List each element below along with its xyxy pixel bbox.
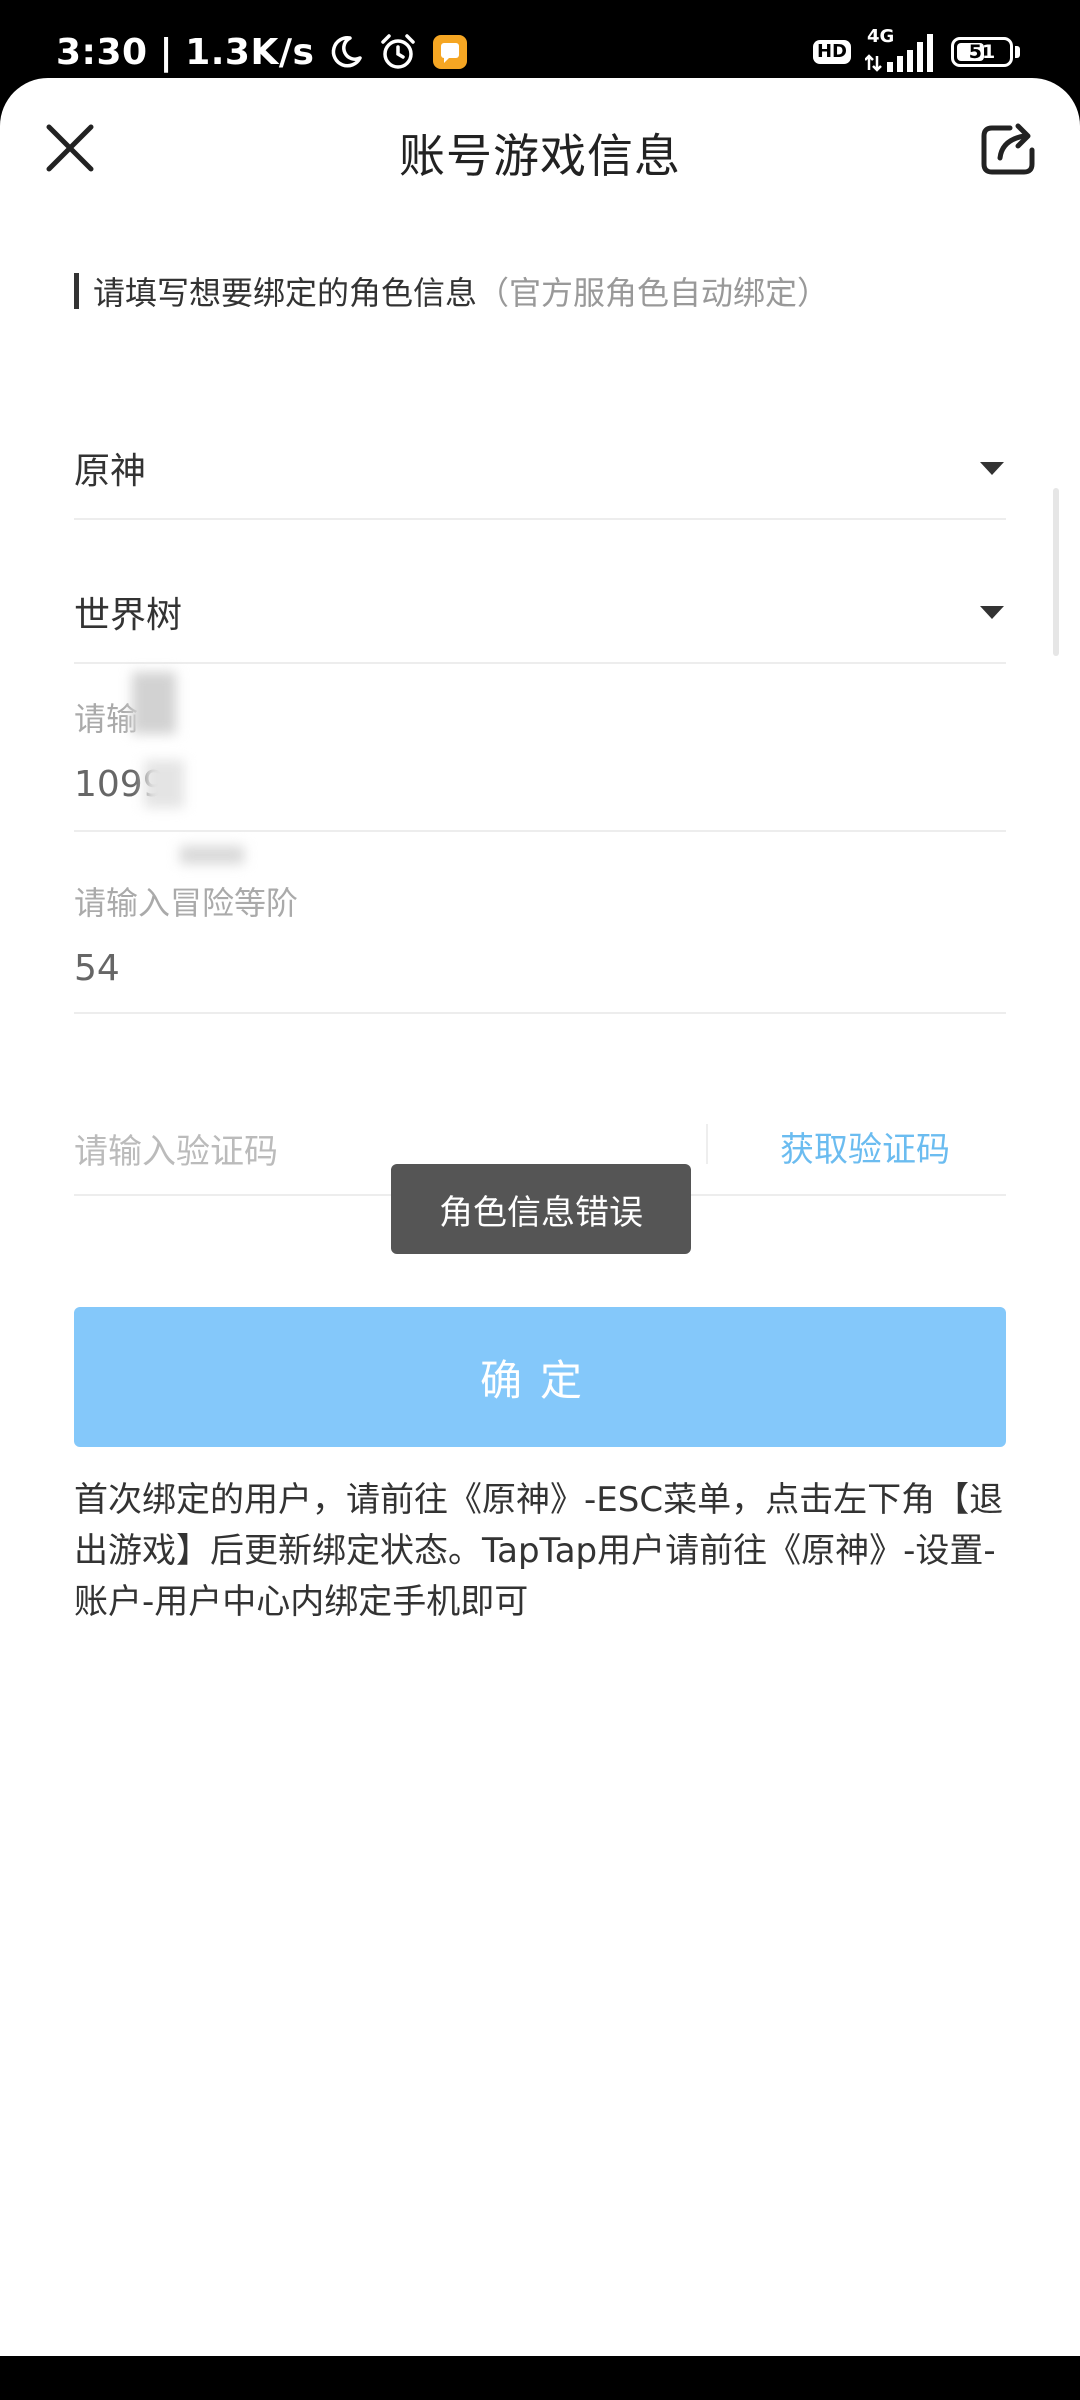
section-heading-text: 请填写想要绑定的角色信息 <box>93 274 478 312</box>
screen: 3:30 | 1.3K/s HD 4G 51 账号游戏信息 请填写想要绑定的角色… <box>0 0 1080 2400</box>
server-select-value: 世界树 <box>74 595 183 636</box>
game-select-value: 原神 <box>74 451 147 492</box>
redaction-blur <box>144 760 184 808</box>
share-icon <box>981 123 1035 175</box>
net-speed: 1.3K/s <box>185 31 315 73</box>
moon-icon <box>328 34 364 70</box>
battery-level: 51 <box>968 41 996 63</box>
section-heading-note: （官方服角色自动绑定） <box>477 274 830 312</box>
page-title: 账号游戏信息 <box>399 129 681 183</box>
status-left: 3:30 | 1.3K/s <box>56 22 468 82</box>
battery-cap <box>1015 46 1020 58</box>
adventure-rank-value: 54 <box>74 948 120 989</box>
confirm-button[interactable]: 确定 <box>74 1307 1006 1447</box>
divider <box>706 1124 708 1164</box>
caret-down-icon <box>980 605 1004 619</box>
header: 账号游戏信息 <box>0 78 1080 218</box>
caret-down-icon <box>980 461 1004 475</box>
verification-code-input[interactable]: 请输入验证码 <box>74 1124 278 1173</box>
alarm-icon <box>378 32 418 72</box>
redaction-blur <box>132 672 176 734</box>
share-button[interactable] <box>978 116 1042 180</box>
section-heading: 请填写想要绑定的角色信息 （官方服角色自动绑定） <box>74 268 829 314</box>
status-separator: | <box>159 31 174 73</box>
signal-icon: 4G <box>865 26 937 74</box>
home-indicator[interactable] <box>340 2293 740 2305</box>
heading-accent-bar <box>74 273 79 309</box>
battery-icon: 51 <box>951 37 1020 67</box>
status-time: 3:30 <box>56 31 148 73</box>
status-right: HD 4G 51 <box>812 22 1020 82</box>
binding-notice: 首次绑定的用户，请前往《原神》-ESC菜单，点击左下角【退出游戏】后更新绑定状态… <box>74 1480 1004 1622</box>
adventure-rank-label: 请输入冒险等阶 <box>74 884 299 922</box>
battery-body: 51 <box>951 37 1013 67</box>
notification-app-icon <box>432 34 468 70</box>
uid-input-label: 请输 <box>74 700 139 738</box>
error-toast: 角色信息错误 <box>391 1164 691 1254</box>
scrollbar-thumb[interactable] <box>1053 488 1059 656</box>
status-bar: 3:30 | 1.3K/s HD 4G 51 <box>0 0 1080 80</box>
get-code-button[interactable]: 获取验证码 <box>780 1122 950 1171</box>
adventure-rank-input[interactable]: 请输入冒险等阶 54 <box>74 830 1006 1014</box>
hd-badge: HD <box>812 40 851 64</box>
game-select[interactable]: 原神 <box>74 418 1006 520</box>
uid-input[interactable]: 请输 1099 <box>74 648 1006 832</box>
